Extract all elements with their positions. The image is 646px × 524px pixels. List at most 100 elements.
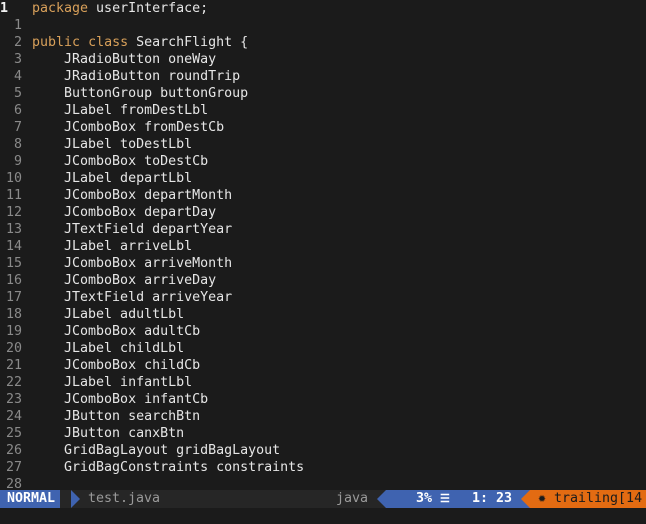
position-separator <box>377 490 386 508</box>
code-text: JLabel adultLbl <box>32 306 184 323</box>
line-number: 14 <box>5 239 22 254</box>
line-number: 22 <box>5 375 22 390</box>
editor-pane[interactable]: 1 package userInterface; 1 2 public class Se… <box>0 0 646 490</box>
line-number: 3 <box>13 52 22 67</box>
code-text: JComboBox departMonth <box>32 187 232 204</box>
code-line[interactable]: 2 public class SearchFlight { <box>0 34 646 51</box>
code-line[interactable]: 26 GridBagLayout gridBagLayout <box>0 442 646 459</box>
code-text: JComboBox adultCb <box>32 323 200 340</box>
code-token: JLabel toDestLbl <box>32 137 193 152</box>
trailing-whitespace-warning: ✹ trailing[14 <box>530 490 646 508</box>
code-line[interactable]: 12 JComboBox departDay <box>0 204 646 221</box>
code-line[interactable]: 5 ButtonGroup buttonGroup <box>0 85 646 102</box>
line-number: 9 <box>13 154 22 169</box>
code-line[interactable]: 9 JComboBox toDestCb <box>0 153 646 170</box>
code-token: JLabel departLbl <box>32 171 193 186</box>
line-number: 1 <box>0 1 9 16</box>
line-number: 17 <box>5 290 22 305</box>
code-text: JRadioButton roundTrip <box>32 68 240 85</box>
code-line[interactable]: 11 JComboBox departMonth <box>0 187 646 204</box>
code-line[interactable]: 14 JLabel arriveLbl <box>0 238 646 255</box>
code-token: JComboBox childCb <box>32 358 201 373</box>
line-number: 4 <box>13 69 22 84</box>
code-token: JTextField arriveYear <box>32 290 233 305</box>
code-token: JButton canxBtn <box>32 426 185 441</box>
code-line[interactable]: 23 JComboBox infantCb <box>0 391 646 408</box>
mode-indicator: NORMAL <box>0 490 61 508</box>
line-number: 12 <box>5 205 22 220</box>
line-number: 23 <box>5 392 22 407</box>
position-segment: 3% ☰ 1: 23 <box>386 490 530 508</box>
code-text: ButtonGroup buttonGroup <box>32 85 248 102</box>
code-token: JLabel infantLbl <box>32 375 193 390</box>
code-line[interactable]: 7 JComboBox fromDestCb <box>0 119 646 136</box>
command-line[interactable] <box>0 508 646 524</box>
code-text: GridBagConstraints constraints <box>32 459 304 476</box>
code-line[interactable]: 16 JComboBox arriveDay <box>0 272 646 289</box>
code-text: JTextField departYear <box>32 221 232 238</box>
keyword-token: public <box>32 35 81 50</box>
keyword-token: class <box>88 35 129 50</box>
code-token: JComboBox departDay <box>32 205 217 220</box>
code-token: SearchFlight { <box>128 35 249 50</box>
code-text: JRadioButton oneWay <box>32 51 216 68</box>
code-text: JComboBox departDay <box>32 204 216 221</box>
code-text: package userInterface; <box>32 0 208 17</box>
line-number: 13 <box>5 222 22 237</box>
line-number-icon: ☰ <box>440 492 450 505</box>
code-token: JRadioButton roundTrip <box>32 69 241 84</box>
code-token: JRadioButton oneWay <box>32 52 217 67</box>
code-text: JLabel infantLbl <box>32 374 192 391</box>
line-number: 7 <box>13 120 22 135</box>
code-text: JLabel fromDestLbl <box>32 102 208 119</box>
code-token: JComboBox adultCb <box>32 324 201 339</box>
warning-separator <box>521 490 530 508</box>
code-line[interactable]: 15 JComboBox arriveMonth <box>0 255 646 272</box>
code-line[interactable]: 21 JComboBox childCb <box>0 357 646 374</box>
code-line[interactable]: 17 JTextField arriveYear <box>0 289 646 306</box>
code-line[interactable]: 10 JLabel departLbl <box>0 170 646 187</box>
line-number: 19 <box>5 324 22 339</box>
code-token: userInterface; <box>88 1 209 16</box>
code-line[interactable]: 25 JButton canxBtn <box>0 425 646 442</box>
code-line[interactable]: 1 package userInterface; <box>0 0 646 17</box>
cursor-position: 1: 23 <box>472 491 513 506</box>
code-text: JLabel departLbl <box>32 170 192 187</box>
code-token: JLabel fromDestLbl <box>32 103 209 118</box>
code-token: JLabel arriveLbl <box>32 239 193 254</box>
code-text: JLabel toDestLbl <box>32 136 192 153</box>
code-line[interactable]: 4 JRadioButton roundTrip <box>0 68 646 85</box>
line-number: 2 <box>13 35 22 50</box>
code-line[interactable]: 19 JComboBox adultCb <box>0 323 646 340</box>
code-token: JLabel adultLbl <box>32 307 185 322</box>
code-line[interactable]: 3 JRadioButton oneWay <box>0 51 646 68</box>
line-number: 21 <box>5 358 22 373</box>
code-text: JComboBox arriveDay <box>32 272 216 289</box>
code-text: JComboBox childCb <box>32 357 200 374</box>
code-token: JComboBox toDestCb <box>32 154 209 169</box>
code-line[interactable]: 22 JLabel infantLbl <box>0 374 646 391</box>
code-token: JComboBox infantCb <box>32 392 209 407</box>
line-number: 11 <box>5 188 22 203</box>
code-line[interactable]: 6 JLabel fromDestLbl <box>0 102 646 119</box>
code-line[interactable]: 8 JLabel toDestLbl <box>0 136 646 153</box>
status-line: NORMAL test.java java 3% ☰ 1: 23 ✹ trail… <box>0 490 646 508</box>
code-line[interactable]: 27 GridBagConstraints constraints <box>0 459 646 476</box>
code-text: JLabel arriveLbl <box>32 238 192 255</box>
line-number: 24 <box>5 409 22 424</box>
code-line[interactable]: 13 JTextField departYear <box>0 221 646 238</box>
line-number: 26 <box>5 443 22 458</box>
line-number: 15 <box>5 256 22 271</box>
code-token: JComboBox arriveMonth <box>32 256 233 271</box>
code-token: ButtonGroup buttonGroup <box>32 86 249 101</box>
code-line[interactable]: 28 <box>0 476 646 490</box>
code-text: JButton canxBtn <box>32 425 184 442</box>
code-token: JTextField departYear <box>32 222 233 237</box>
code-line[interactable]: 18 JLabel adultLbl <box>0 306 646 323</box>
line-number: 27 <box>5 460 22 475</box>
code-line[interactable]: 20 JLabel childLbl <box>0 340 646 357</box>
line-number: 6 <box>13 103 22 118</box>
code-line[interactable]: 24 JButton searchBtn <box>0 408 646 425</box>
code-line[interactable]: 1 <box>0 17 646 34</box>
